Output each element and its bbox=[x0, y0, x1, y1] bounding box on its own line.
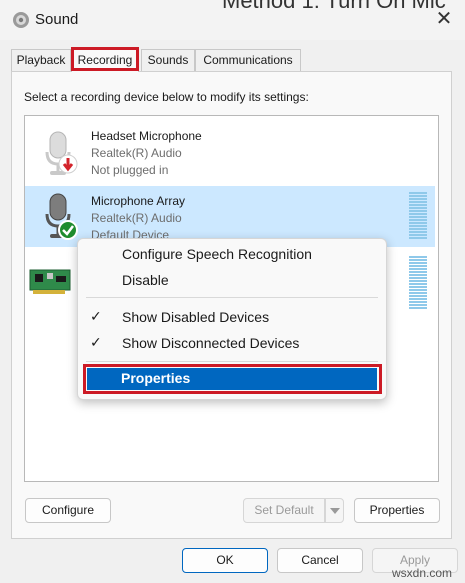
microphone-icon bbox=[45, 193, 78, 240]
checkmark-icon: ✓ bbox=[90, 334, 102, 350]
tab-playback[interactable]: Playback bbox=[11, 49, 71, 71]
microphone-icon bbox=[45, 131, 78, 175]
set-default-button[interactable]: Set Default bbox=[243, 498, 325, 523]
watermark: wsxdn.com bbox=[392, 566, 453, 580]
device-driver: Realtek(R) Audio bbox=[91, 146, 182, 160]
chevron-down-icon bbox=[329, 508, 340, 514]
device-name: Headset Microphone bbox=[91, 129, 202, 143]
menu-separator bbox=[86, 361, 378, 362]
device-headset-microphone[interactable]: Headset Microphone Realtek(R) Audio Not … bbox=[25, 122, 435, 184]
configure-button[interactable]: Configure bbox=[25, 498, 111, 523]
device-driver: Realtek(R) Audio bbox=[91, 211, 182, 225]
menu-item-configure-speech-recognition[interactable]: Configure Speech Recognition bbox=[122, 246, 312, 262]
instruction-text: Select a recording device below to modif… bbox=[24, 90, 309, 104]
close-icon[interactable]: ✕ bbox=[432, 7, 456, 31]
tab-sounds[interactable]: Sounds bbox=[141, 49, 195, 71]
set-default-dropdown[interactable] bbox=[325, 498, 344, 523]
speaker-icon bbox=[13, 12, 29, 28]
properties-button[interactable]: Properties bbox=[354, 498, 440, 523]
tab-recording[interactable]: Recording bbox=[71, 47, 139, 72]
ok-button[interactable]: OK bbox=[182, 548, 268, 573]
menu-item-show-disconnected-devices[interactable]: Show Disconnected Devices bbox=[122, 335, 299, 351]
device-name: Microphone Array bbox=[91, 194, 186, 208]
cancel-button[interactable]: Cancel bbox=[277, 548, 363, 573]
menu-separator bbox=[86, 297, 378, 298]
level-meter bbox=[409, 256, 427, 309]
menu-item-show-disabled-devices[interactable]: Show Disabled Devices bbox=[122, 309, 269, 325]
sound-card-icon bbox=[29, 269, 71, 294]
level-meter bbox=[409, 192, 427, 239]
background-page-heading: Method 1: Turn On Mic bbox=[222, 0, 446, 13]
menu-item-properties-label: Properties bbox=[121, 370, 191, 386]
window-title: Sound bbox=[35, 11, 79, 28]
device-status: Not plugged in bbox=[91, 163, 169, 177]
menu-item-disable[interactable]: Disable bbox=[122, 272, 169, 288]
checkmark-icon: ✓ bbox=[90, 308, 102, 324]
tab-communications[interactable]: Communications bbox=[195, 49, 301, 71]
